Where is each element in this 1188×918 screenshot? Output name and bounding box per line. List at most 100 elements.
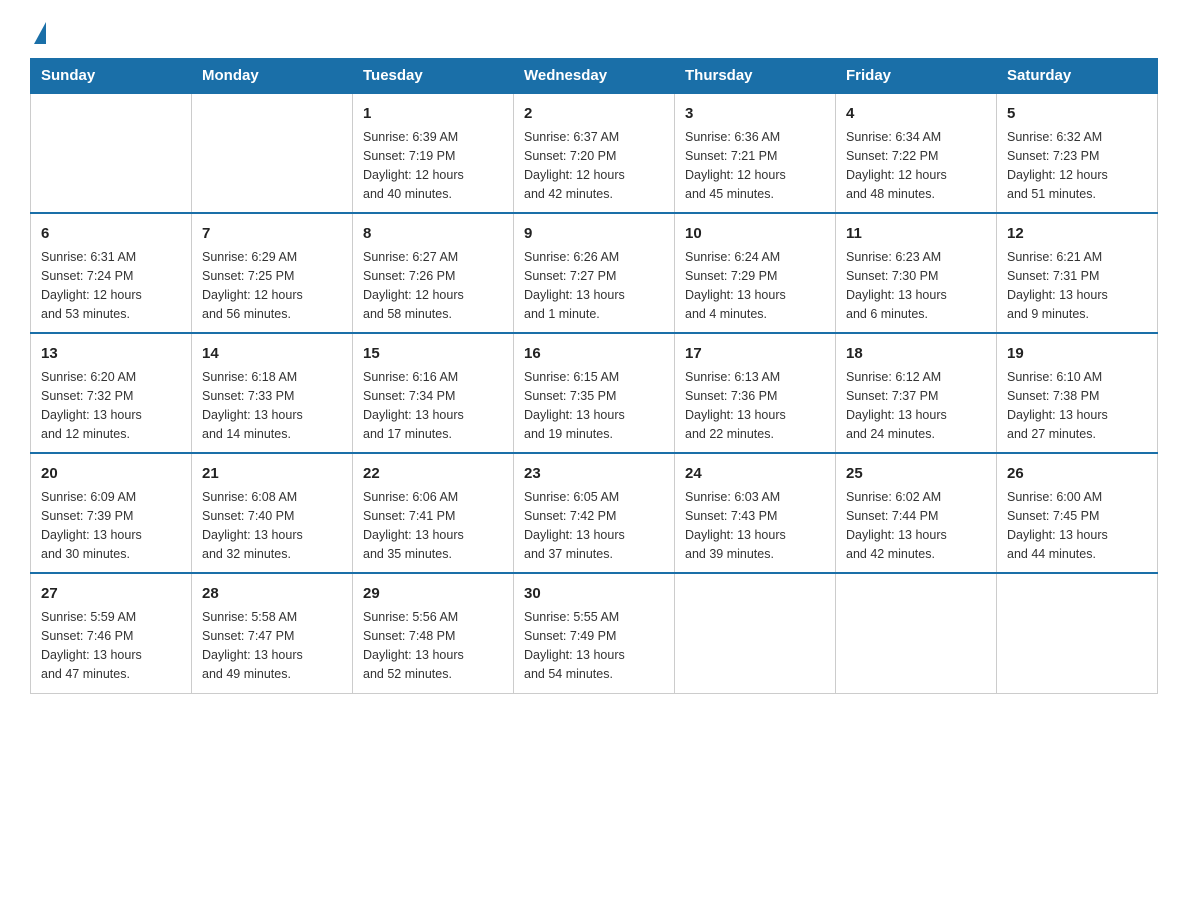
day-info: Sunrise: 6:10 AM Sunset: 7:38 PM Dayligh… [1007,368,1147,443]
day-info: Sunrise: 6:12 AM Sunset: 7:37 PM Dayligh… [846,368,986,443]
calendar-cell: 10 Sunrise: 6:24 AM Sunset: 7:29 PM Dayli… [675,213,836,333]
day-number: 26 [1007,462,1147,485]
day-number: 18 [846,342,986,365]
calendar-cell: 7 Sunrise: 6:29 AM Sunset: 7:25 PM Daylig… [192,213,353,333]
calendar-cell [31,93,192,213]
day-number: 24 [685,462,825,485]
calendar-cell: 28 Sunrise: 5:58 AM Sunset: 7:47 PM Dayli… [192,573,353,693]
day-info: Sunrise: 6:27 AM Sunset: 7:26 PM Dayligh… [363,248,503,323]
calendar-cell: 29 Sunrise: 5:56 AM Sunset: 7:48 PM Dayli… [353,573,514,693]
calendar-cell: 14Sunrise: 6:18 AM Sunset: 7:33 PM Dayli… [192,333,353,453]
day-info: Sunrise: 5:58 AM Sunset: 7:47 PM Dayligh… [202,608,342,683]
day-number: 2 [524,102,664,125]
day-info: Sunrise: 6:39 AM Sunset: 7:19 PM Dayligh… [363,128,503,203]
day-info: Sunrise: 6:32 AM Sunset: 7:23 PM Dayligh… [1007,128,1147,203]
day-number: 16 [524,342,664,365]
calendar-table: SundayMondayTuesdayWednesdayThursdayFrid… [30,58,1158,694]
logo [30,20,46,40]
calendar-cell: 16 Sunrise: 6:15 AM Sunset: 7:35 PM Dayli… [514,333,675,453]
day-number: 28 [202,582,342,605]
day-number: 8 [363,222,503,245]
calendar-week-row: 27 Sunrise: 5:59 AM Sunset: 7:46 PM Dayli… [31,573,1158,693]
calendar-cell: 18 Sunrise: 6:12 AM Sunset: 7:37 PM Dayli… [836,333,997,453]
day-info: Sunrise: 6:16 AM Sunset: 7:34 PM Dayligh… [363,368,503,443]
calendar-cell: 12 Sunrise: 6:21 AM Sunset: 7:31 PM Dayli… [997,213,1158,333]
day-number: 27 [41,582,181,605]
day-info: Sunrise: 6:26 AM Sunset: 7:27 PM Dayligh… [524,248,664,323]
calendar-cell: 24 Sunrise: 6:03 AM Sunset: 7:43 PM Dayli… [675,453,836,573]
calendar-cell: 22Sunrise: 6:06 AM Sunset: 7:41 PM Dayli… [353,453,514,573]
day-number: 6 [41,222,181,245]
day-info: Sunrise: 6:08 AM Sunset: 7:40 PM Dayligh… [202,488,342,563]
calendar-cell: 26 Sunrise: 6:00 AM Sunset: 7:45 PM Dayli… [997,453,1158,573]
calendar-header-thursday: Thursday [675,59,836,94]
calendar-cell: 11 Sunrise: 6:23 AM Sunset: 7:30 PM Dayli… [836,213,997,333]
day-info: Sunrise: 6:23 AM Sunset: 7:30 PM Dayligh… [846,248,986,323]
calendar-week-row: 20 Sunrise: 6:09 AM Sunset: 7:39 PM Dayli… [31,453,1158,573]
calendar-cell: 9 Sunrise: 6:26 AM Sunset: 7:27 PM Daylig… [514,213,675,333]
day-info: Sunrise: 6:15 AM Sunset: 7:35 PM Dayligh… [524,368,664,443]
day-info: Sunrise: 6:13 AM Sunset: 7:36 PM Dayligh… [685,368,825,443]
day-number: 5 [1007,102,1147,125]
calendar-cell: 17Sunrise: 6:13 AM Sunset: 7:36 PM Dayli… [675,333,836,453]
calendar-cell: 19 Sunrise: 6:10 AM Sunset: 7:38 PM Dayli… [997,333,1158,453]
day-info: Sunrise: 6:02 AM Sunset: 7:44 PM Dayligh… [846,488,986,563]
day-number: 9 [524,222,664,245]
day-number: 3 [685,102,825,125]
calendar-header-row: SundayMondayTuesdayWednesdayThursdayFrid… [31,59,1158,94]
calendar-header-tuesday: Tuesday [353,59,514,94]
day-number: 30 [524,582,664,605]
day-number: 23 [524,462,664,485]
calendar-cell: 23 Sunrise: 6:05 AM Sunset: 7:42 PM Dayli… [514,453,675,573]
calendar-cell: 6 Sunrise: 6:31 AM Sunset: 7:24 PM Daylig… [31,213,192,333]
calendar-cell [836,573,997,693]
calendar-header-monday: Monday [192,59,353,94]
calendar-cell: 2Sunrise: 6:37 AM Sunset: 7:20 PM Daylig… [514,93,675,213]
day-number: 11 [846,222,986,245]
calendar-week-row: 1 Sunrise: 6:39 AM Sunset: 7:19 PM Daylig… [31,93,1158,213]
calendar-cell: 5 Sunrise: 6:32 AM Sunset: 7:23 PM Daylig… [997,93,1158,213]
day-info: Sunrise: 6:29 AM Sunset: 7:25 PM Dayligh… [202,248,342,323]
calendar-cell: 27 Sunrise: 5:59 AM Sunset: 7:46 PM Dayli… [31,573,192,693]
day-info: Sunrise: 6:00 AM Sunset: 7:45 PM Dayligh… [1007,488,1147,563]
calendar-header-friday: Friday [836,59,997,94]
day-number: 4 [846,102,986,125]
day-info: Sunrise: 6:09 AM Sunset: 7:39 PM Dayligh… [41,488,181,563]
day-info: Sunrise: 6:36 AM Sunset: 7:21 PM Dayligh… [685,128,825,203]
day-number: 10 [685,222,825,245]
calendar-cell: 30 Sunrise: 5:55 AM Sunset: 7:49 PM Dayli… [514,573,675,693]
day-info: Sunrise: 6:20 AM Sunset: 7:32 PM Dayligh… [41,368,181,443]
calendar-cell [997,573,1158,693]
day-info: Sunrise: 6:24 AM Sunset: 7:29 PM Dayligh… [685,248,825,323]
calendar-cell [675,573,836,693]
day-number: 25 [846,462,986,485]
day-info: Sunrise: 6:21 AM Sunset: 7:31 PM Dayligh… [1007,248,1147,323]
calendar-cell: 25 Sunrise: 6:02 AM Sunset: 7:44 PM Dayli… [836,453,997,573]
calendar-cell: 13 Sunrise: 6:20 AM Sunset: 7:32 PM Dayli… [31,333,192,453]
calendar-header-sunday: Sunday [31,59,192,94]
calendar-cell: 20 Sunrise: 6:09 AM Sunset: 7:39 PM Dayli… [31,453,192,573]
day-info: Sunrise: 5:56 AM Sunset: 7:48 PM Dayligh… [363,608,503,683]
page-header [30,20,1158,40]
calendar-cell: 1 Sunrise: 6:39 AM Sunset: 7:19 PM Daylig… [353,93,514,213]
day-number: 20 [41,462,181,485]
calendar-week-row: 13 Sunrise: 6:20 AM Sunset: 7:32 PM Dayli… [31,333,1158,453]
day-number: 22 [363,462,503,485]
day-number: 21 [202,462,342,485]
day-info: Sunrise: 5:55 AM Sunset: 7:49 PM Dayligh… [524,608,664,683]
logo-triangle-icon [34,22,46,44]
day-info: Sunrise: 6:31 AM Sunset: 7:24 PM Dayligh… [41,248,181,323]
day-number: 13 [41,342,181,365]
day-number: 19 [1007,342,1147,365]
day-number: 1 [363,102,503,125]
day-info: Sunrise: 6:05 AM Sunset: 7:42 PM Dayligh… [524,488,664,563]
day-number: 12 [1007,222,1147,245]
day-number: 15 [363,342,503,365]
calendar-cell: 3 Sunrise: 6:36 AM Sunset: 7:21 PM Daylig… [675,93,836,213]
day-info: Sunrise: 6:03 AM Sunset: 7:43 PM Dayligh… [685,488,825,563]
day-number: 7 [202,222,342,245]
day-info: Sunrise: 5:59 AM Sunset: 7:46 PM Dayligh… [41,608,181,683]
day-number: 29 [363,582,503,605]
calendar-cell: 15 Sunrise: 6:16 AM Sunset: 7:34 PM Dayli… [353,333,514,453]
calendar-cell [192,93,353,213]
